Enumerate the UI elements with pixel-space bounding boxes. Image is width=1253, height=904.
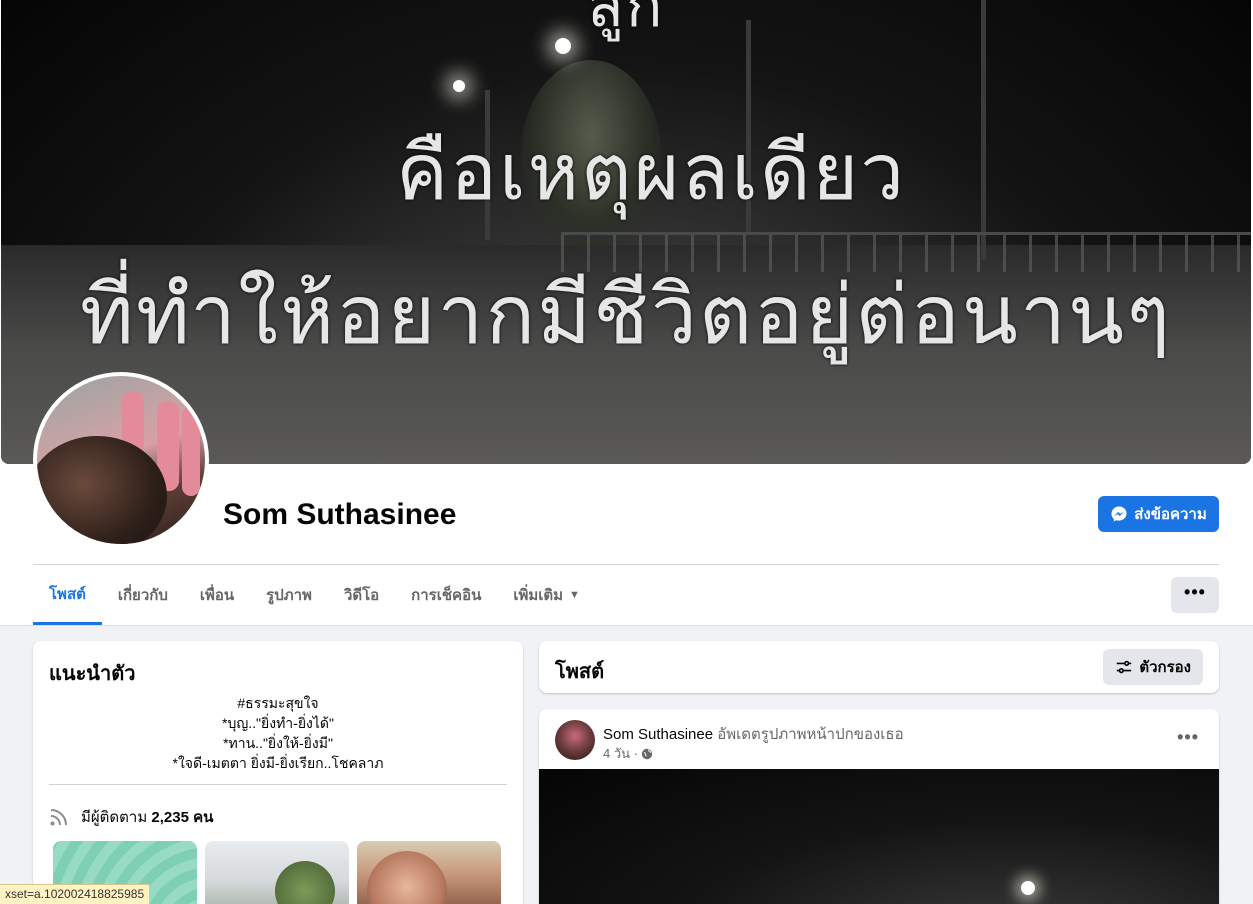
photo-tree <box>275 861 335 904</box>
tab-videos[interactable]: วิดีโอ <box>328 565 395 625</box>
more-options-button[interactable]: ••• <box>1171 577 1219 613</box>
tab-label: วิดีโอ <box>343 587 380 604</box>
cover-streetlamp <box>453 80 465 92</box>
photo-thumbnail[interactable] <box>205 841 349 904</box>
cover-text-line2: คือเหตุผลเดียว <box>395 128 907 218</box>
bio-line: *บุญ.."ยิ่งทำ-ยิ่งได้" <box>222 715 334 731</box>
rss-icon <box>50 809 67 826</box>
tab-about[interactable]: เกี่ยวกับ <box>102 565 184 625</box>
cover-text-line1: สูก <box>587 0 665 41</box>
intro-bio: #ธรรมะสุขใจ *บุญ.."ยิ่งทำ-ยิ่งได้" *ทาน.… <box>49 693 507 773</box>
followers-count[interactable]: 2,235 คน <box>151 809 213 826</box>
post-author-name[interactable]: Som Suthasinee <box>603 726 713 743</box>
bio-line: *ใจดี-เมตตา ยิ่งมี-ยิ่งเรียก..โชคลาภ <box>172 755 384 771</box>
tab-label: การเช็คอิน <box>411 587 482 604</box>
bio-line: #ธรรมะสุขใจ <box>237 695 319 711</box>
posts-title: โพสต์ <box>555 661 605 683</box>
tab-label: เพื่อน <box>199 587 235 604</box>
globe-icon <box>641 748 653 759</box>
cover-text-line3: ที่ทำให้อยากมีชีวิตอยู่ต่อนานๆ <box>79 268 1173 363</box>
tab-label: เพิ่มเติม <box>513 587 564 604</box>
tab-label: รูปภาพ <box>266 587 312 604</box>
tab-posts[interactable]: โพสต์ <box>33 565 102 625</box>
photo-thumbnail[interactable] <box>357 841 501 904</box>
messenger-icon <box>1111 506 1127 522</box>
post-card: Som Suthasinee อัพเดตรูปภาพหน้าปกของเธอ … <box>539 709 1219 904</box>
profile-header: สูก คือเหตุผลเดียว ที่ทำให้อยากมีชีวิตอย… <box>0 0 1253 626</box>
post-options-button[interactable]: ••• <box>1177 727 1199 748</box>
filter-icon <box>1117 660 1132 674</box>
filter-button[interactable]: ตัวกรอง <box>1103 649 1203 685</box>
intro-divider <box>49 784 507 785</box>
bio-line: *ทาน.."ยิ่งให้-ยิ่งมี" <box>223 735 333 751</box>
tab-label: เกี่ยวกับ <box>117 587 168 604</box>
photo-face <box>367 851 447 904</box>
send-message-label: ส่งข้อความ <box>1134 506 1207 523</box>
tab-more[interactable]: เพิ่มเติม ▼ <box>497 565 596 625</box>
send-message-button[interactable]: ส่งข้อความ <box>1098 496 1219 532</box>
tab-checkins[interactable]: การเช็คอิน <box>395 565 497 625</box>
post-meta: 4 วัน · <box>603 743 653 764</box>
followers-prefix: มีผู้ติดตาม <box>81 809 148 826</box>
post-time[interactable]: 4 วัน · <box>603 743 638 764</box>
followers-row: มีผู้ติดตาม 2,235 คน <box>49 805 213 829</box>
post-image-lamp <box>1021 881 1035 895</box>
tab-photos[interactable]: รูปภาพ <box>250 565 328 625</box>
cover-photo[interactable]: สูก คือเหตุผลเดียว ที่ทำให้อยากมีชีวิตอย… <box>1 0 1251 464</box>
post-action: อัพเดตรูปภาพหน้าปกของเธอ <box>717 726 904 743</box>
caret-down-icon: ▼ <box>569 589 580 601</box>
profile-name: Som Suthasinee <box>223 498 457 531</box>
posts-header-card: โพสต์ ตัวกรอง <box>539 641 1219 693</box>
filter-label: ตัวกรอง <box>1139 659 1191 676</box>
avatar-hair <box>37 436 167 544</box>
intro-title: แนะนำตัว <box>49 663 136 685</box>
post-author-avatar[interactable] <box>555 720 595 760</box>
intro-card: แนะนำตัว #ธรรมะสุขใจ *บุญ.."ยิ่งทำ-ยิ่งไ… <box>33 641 523 904</box>
profile-tabs: โพสต์ เกี่ยวกับ เพื่อน รูปภาพ วิดีโอ การ… <box>33 565 596 625</box>
tab-friends[interactable]: เพื่อน <box>184 565 250 625</box>
status-bar-url: xset=a.102002418825985 <box>0 884 151 904</box>
avatar-figure <box>182 406 200 496</box>
post-image[interactable] <box>539 769 1219 904</box>
profile-avatar[interactable] <box>33 372 209 548</box>
tab-label: โพสต์ <box>49 585 86 603</box>
